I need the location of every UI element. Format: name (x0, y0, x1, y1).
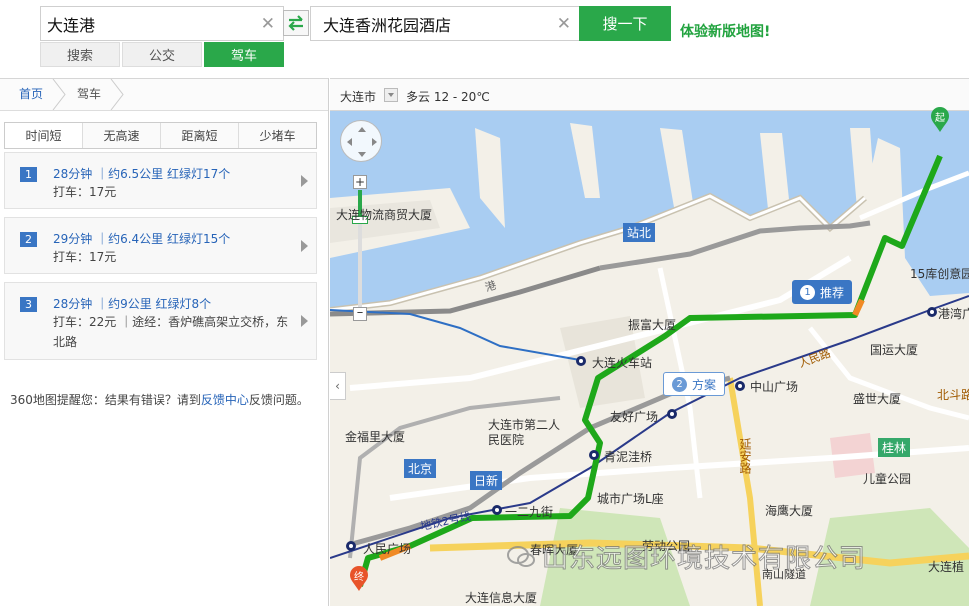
place-label[interactable]: 一二九街 (505, 503, 553, 520)
place-label[interactable]: 大连火车站 (592, 354, 652, 371)
place-label[interactable]: 盛世大厦 (853, 390, 901, 407)
breadcrumb-separator-icon (52, 79, 66, 110)
watermark: 山东远图环境技术有限公司 (506, 538, 866, 575)
route-option-3[interactable]: 3 28分钟 ｜约9公里 红绿灯8个 打车：22元 ｜途经：香炉礁高架立交桥，东… (4, 282, 317, 360)
tab-less-traffic[interactable]: 少堵车 (239, 123, 316, 148)
watermark-text: 山东远图环境技术有限公司 (541, 544, 867, 575)
district-tag: 桂林 (878, 438, 911, 457)
feedback-suffix: 反馈问题。 (248, 393, 309, 407)
place-label[interactable]: 大连植 (928, 558, 964, 575)
zoom-in-button[interactable]: + (353, 175, 367, 189)
from-field-box: ✕ (40, 6, 284, 41)
route-detail: 打车：17元 (53, 250, 117, 264)
place-label[interactable]: 振富大厦 (628, 316, 676, 333)
route-summary: 28分钟 ｜约6.5公里 红绿灯17个 (53, 167, 231, 181)
feedback-prefix: 360地图提醒您：结果有错误？请到 (10, 393, 201, 407)
feedback-hint: 360地图提醒您：结果有错误？请到反馈中心反馈问题。 (10, 391, 309, 408)
place-label[interactable]: 大连信息大厦 (465, 589, 537, 606)
recommended-route-marker[interactable]: 1 推荐 (792, 280, 853, 304)
zoom-out-button[interactable]: – (353, 306, 367, 321)
tab-bus[interactable]: 公交 (122, 42, 202, 67)
place-label[interactable]: 港湾广 (938, 305, 969, 322)
alternative-route-marker[interactable]: 2 方案 (663, 372, 726, 396)
end-glyph: 终 (354, 572, 364, 583)
tab-drive[interactable]: 驾车 (204, 42, 284, 67)
weather-bar: 大连市 多云 12 - 20℃ (330, 78, 969, 111)
collapse-panel-button[interactable]: ‹ (330, 372, 346, 400)
route-summary: 29分钟 ｜约6.4公里 红绿灯15个 (53, 232, 231, 246)
city-selector[interactable]: 大连市 (340, 88, 376, 105)
place-label[interactable]: 15库创意园 (910, 265, 969, 282)
start-marker[interactable]: 起 (929, 107, 951, 133)
place-label[interactable]: 中山广场 (750, 378, 798, 395)
end-marker[interactable]: 终 (348, 566, 370, 592)
breadcrumb-current: 驾车 (77, 87, 102, 101)
weather-text: 多云 12 - 20℃ (406, 90, 490, 104)
pan-control[interactable] (340, 120, 382, 162)
route-option-2[interactable]: 2 29分钟 ｜约6.4公里 红绿灯15个 打车：17元 (4, 217, 317, 274)
tab-no-highway[interactable]: 无高速 (83, 123, 161, 148)
route-detail: 打车：17元 (53, 185, 117, 199)
road-label: 北斗路 (937, 388, 969, 402)
breadcrumb: 首页 驾车 (0, 79, 328, 111)
route-number-badge: 1 (800, 284, 815, 300)
pan-arrows-icon (347, 127, 377, 157)
route-option-1[interactable]: 1 28分钟 ｜约6.5公里 红绿灯17个 打车：17元 (4, 152, 317, 209)
breadcrumb-separator-icon (110, 79, 124, 110)
from-input[interactable] (41, 7, 283, 40)
route-option-tabs: 时间短 无高速 距离短 少堵车 (4, 122, 317, 149)
route-number-badge: 2 (20, 232, 37, 247)
top-search-bar: ✕ ✕ 搜一下 体验新版地图! 搜索 公交 驾车 (0, 0, 969, 78)
search-button[interactable]: 搜一下 (579, 6, 671, 41)
swap-icon (288, 15, 303, 31)
place-label[interactable]: 儿童公园 (863, 470, 911, 487)
chevron-right-icon (301, 240, 308, 252)
chevron-right-icon (301, 175, 308, 187)
place-label[interactable]: 大连物流商贸大厦 (336, 206, 432, 223)
place-label[interactable]: 人民广场 (363, 540, 411, 557)
road-label: 延安路 (738, 438, 752, 474)
plan-label: 方案 (692, 377, 717, 392)
district-tag: 日新 (470, 471, 503, 490)
place-label[interactable]: 城市广场L座 (597, 490, 664, 507)
route-number-badge: 2 (672, 376, 687, 392)
to-input[interactable] (311, 7, 579, 40)
place-label[interactable]: 大连市第二人民医院 (488, 418, 568, 448)
tab-shortest-distance[interactable]: 距离短 (161, 123, 239, 148)
place-label[interactable]: 金福里大厦 (345, 428, 405, 445)
feedback-center-link[interactable]: 反馈中心 (201, 393, 249, 407)
route-number-badge: 3 (20, 297, 37, 312)
place-label[interactable]: 青泥洼桥 (604, 448, 652, 465)
clear-to-icon[interactable]: ✕ (557, 14, 571, 34)
place-label[interactable]: 国运大厦 (870, 341, 918, 358)
map-view[interactable]: 大连市 多云 12 - 20℃ + – ‹ 大连物流商贸大厦 站北 振富大厦 大… (330, 78, 969, 606)
tab-shortest-time[interactable]: 时间短 (5, 123, 83, 148)
clear-from-icon[interactable]: ✕ (261, 14, 275, 34)
swap-button[interactable] (283, 10, 309, 36)
new-map-promo-link[interactable]: 体验新版地图! (680, 21, 770, 41)
start-glyph: 起 (935, 113, 945, 124)
place-label[interactable]: 海鹰大厦 (765, 502, 813, 519)
city-dropdown-icon[interactable] (384, 88, 398, 102)
breadcrumb-home[interactable]: 首页 (19, 79, 43, 110)
station-tag: 站北 (623, 223, 656, 242)
route-summary: 28分钟 ｜约9公里 红绿灯8个 (53, 297, 212, 311)
district-tag: 北京 (404, 459, 437, 478)
recommend-label: 推荐 (820, 285, 845, 300)
tab-search[interactable]: 搜索 (40, 42, 120, 67)
route-detail: 打车：22元 ｜途经：香炉礁高架立交桥，东北路 (53, 315, 289, 349)
to-field-box: ✕ (310, 6, 580, 41)
chevron-right-icon (301, 315, 308, 327)
route-panel: 首页 驾车 时间短 无高速 距离短 少堵车 1 28分钟 ｜约6.5公里 红绿灯… (0, 78, 329, 606)
place-label[interactable]: 友好广场 (610, 408, 658, 425)
wechat-icon (507, 545, 535, 567)
route-number-badge: 1 (20, 167, 37, 182)
